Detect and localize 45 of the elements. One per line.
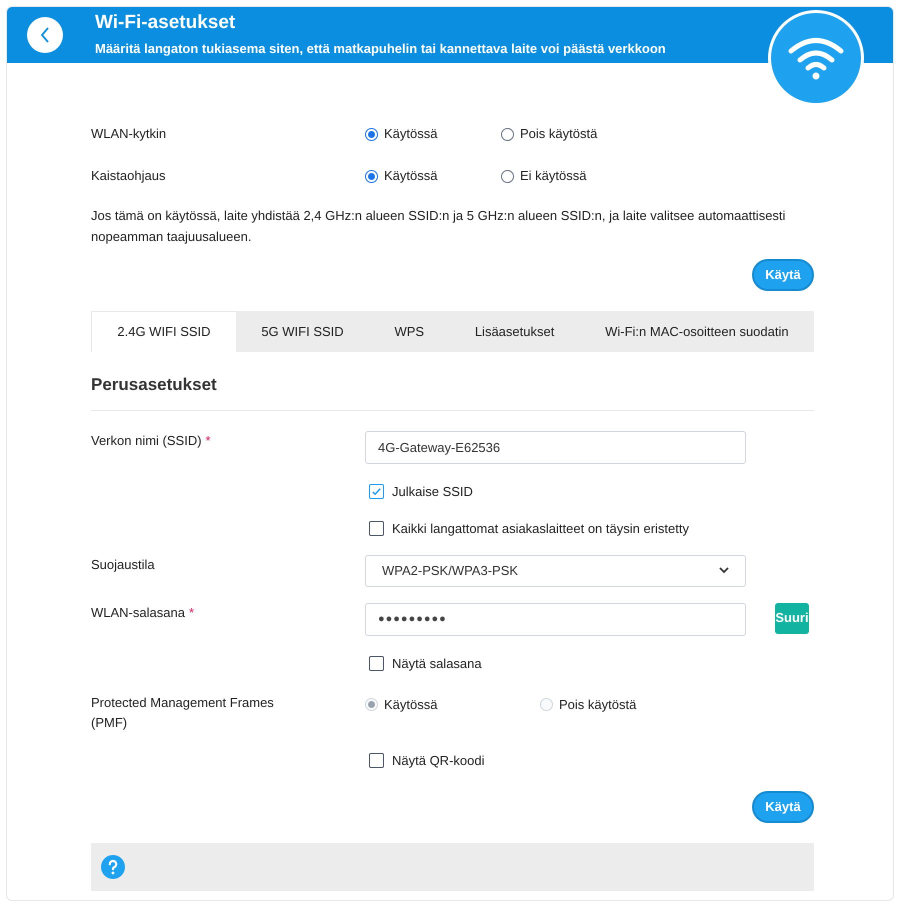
checkbox[interactable] — [369, 484, 384, 499]
strength-badge: Suuri — [775, 602, 809, 634]
tab[interactable]: 2.4G WIFI SSID — [91, 311, 236, 352]
section-title: Perusasetukset — [91, 372, 814, 410]
page-title: Wi-Fi-asetukset — [95, 11, 236, 36]
checkbox[interactable] — [369, 753, 384, 768]
help-icon[interactable] — [101, 854, 125, 878]
tab[interactable]: WPS — [369, 311, 450, 352]
field-label: Verkon nimi (SSID) — [91, 432, 202, 450]
required-mark: * — [206, 432, 211, 450]
checkbox[interactable] — [369, 656, 384, 671]
ssid-input[interactable]: 4G-Gateway-E62536 — [365, 430, 746, 464]
radio-label: Käytössä — [384, 167, 438, 186]
radio-label: Pois käytöstä — [520, 125, 598, 144]
setting-label: Kaistaohjaus — [91, 167, 166, 186]
checkbox-label: Julkaise SSID — [392, 482, 473, 500]
band-steering-description: Jos tämä on käytössä, laite yhdistää 2,4 GHz:n alueen SSID:n ja 5 GHz:n alueen SSID:n, ja laite valitsee automaattisesti nopeamman taajuusalueen. — [91, 207, 786, 246]
page-subtitle: Määritä langaton tukiasema siten, että matkapuhelin tai kannettava laite voi päästä verkkoon — [95, 40, 666, 58]
radio-button[interactable] — [501, 128, 514, 140]
radio-button[interactable] — [365, 170, 378, 182]
back-button[interactable] — [27, 17, 63, 53]
field-label: Suojaustila — [91, 556, 155, 574]
tab[interactable]: Lisäasetukset — [449, 311, 580, 352]
radio-label: Pois käytöstä — [559, 696, 636, 714]
radio-button[interactable] — [365, 128, 378, 140]
chevron-left-icon — [40, 27, 50, 43]
field-label: WLAN-salasana — [91, 604, 185, 622]
checkbox-label: Näytä QR-koodi — [392, 752, 484, 770]
radio-label: Käytössä — [384, 696, 438, 714]
wifi-icon — [787, 36, 845, 80]
chevron-down-icon — [719, 567, 729, 574]
checkbox-label: Kaikki langattomat asiakaslaitteet on täysin eristetty — [392, 520, 689, 538]
password-input[interactable]: ●●●●●●●●● — [365, 602, 746, 636]
security-select[interactable]: WPA2-PSK/WPA3-PSK — [365, 554, 746, 586]
checkbox-label: Näytä salasana — [392, 654, 482, 673]
checkbox[interactable] — [369, 521, 384, 536]
tab[interactable]: Wi-Fi:n MAC-osoitteen suodatin — [580, 311, 814, 352]
tab[interactable]: 5G WIFI SSID — [236, 311, 370, 352]
check-icon — [371, 486, 382, 497]
radio-label: Ei käytössä — [520, 167, 586, 186]
field-label: Protected Management Frames (PMF) — [91, 694, 275, 732]
radio-label: Käytössä — [384, 125, 438, 144]
setting-label: WLAN-kytkin — [91, 125, 168, 144]
required-mark: * — [188, 604, 194, 622]
radio-button[interactable] — [501, 170, 514, 182]
